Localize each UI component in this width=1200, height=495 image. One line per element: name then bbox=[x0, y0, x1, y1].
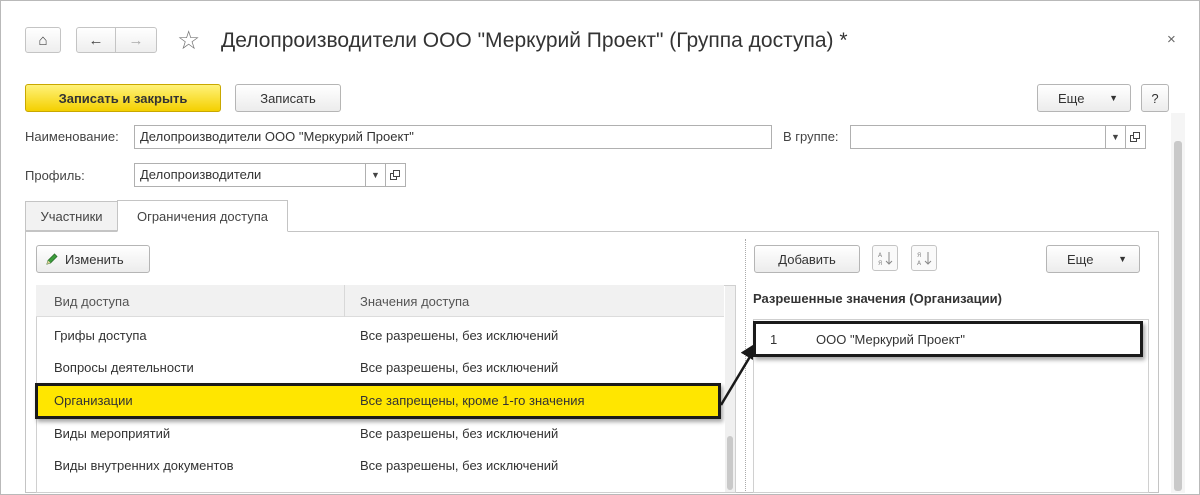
table-row[interactable]: Виды внутренних документов Все разрешены… bbox=[36, 450, 724, 482]
scrollbar-thumb[interactable] bbox=[1174, 141, 1182, 491]
save-and-close-button[interactable]: Записать и закрыть bbox=[25, 84, 221, 112]
svg-text:A: A bbox=[878, 252, 883, 259]
allowed-value-row[interactable]: 1 ООО "Меркурий Проект" bbox=[753, 321, 1143, 357]
access-value-cell: Все разрешены, без исключений bbox=[360, 426, 559, 441]
dropdown-arrow-icon: ▼ bbox=[1109, 93, 1118, 103]
access-value-cell: Все разрешены, без исключений bbox=[360, 458, 559, 473]
sort-ascending-button[interactable]: A Я bbox=[872, 245, 898, 271]
sort-descending-icon: Я A bbox=[917, 252, 932, 266]
close-icon[interactable]: × bbox=[1167, 31, 1176, 48]
name-label: Наименование: bbox=[25, 129, 119, 144]
access-value-cell: Все разрешены, без исключений bbox=[360, 360, 559, 375]
more-label: Еще bbox=[1067, 251, 1094, 267]
group-label: В группе: bbox=[783, 129, 839, 144]
sort-ascending-icon: A Я bbox=[878, 252, 893, 266]
svg-text:Я: Я bbox=[878, 260, 882, 266]
profile-input[interactable]: Делопроизводители bbox=[134, 163, 366, 187]
access-kind-cell: Вопросы деятельности bbox=[54, 360, 194, 375]
open-window-icon bbox=[1130, 131, 1140, 142]
add-button[interactable]: Добавить bbox=[754, 245, 860, 273]
access-kind-cell: Организации bbox=[54, 393, 133, 408]
row-number: 1 bbox=[770, 332, 778, 347]
back-button[interactable]: ← bbox=[76, 27, 116, 53]
open-window-icon bbox=[390, 169, 400, 180]
column-header-access-kind[interactable]: Вид доступа bbox=[54, 294, 129, 309]
table-row[interactable]: Виды мероприятий Все разрешены, без искл… bbox=[36, 418, 724, 450]
dropdown-arrow-icon: ▼ bbox=[371, 170, 380, 180]
form-scrollbar[interactable] bbox=[1171, 113, 1185, 493]
table-row[interactable]: Вопросы деятельности Все разрешены, без … bbox=[36, 352, 724, 384]
home-icon: ⌂ bbox=[38, 31, 48, 49]
sort-descending-button[interactable]: Я A bbox=[911, 245, 937, 271]
allowed-values-heading: Разрешенные значения (Организации) bbox=[753, 291, 1002, 306]
group-dropdown-button[interactable]: ▼ bbox=[1106, 125, 1126, 149]
access-value-cell: Все разрешены, без исключений bbox=[360, 328, 559, 343]
tab-participants[interactable]: Участники bbox=[25, 201, 118, 231]
access-kinds-table-header: Вид доступа Значения доступа bbox=[36, 285, 724, 317]
dropdown-arrow-icon: ▼ bbox=[1111, 132, 1120, 142]
window-title: Делопроизводители ООО "Меркурий Проект" … bbox=[221, 29, 848, 52]
organization-value: ООО "Меркурий Проект" bbox=[816, 332, 965, 347]
tab-access-restrictions[interactable]: Ограничения доступа bbox=[117, 200, 288, 232]
group-input[interactable] bbox=[850, 125, 1106, 149]
name-input[interactable]: Делопроизводители ООО "Меркурий Проект" bbox=[134, 125, 772, 149]
right-more-menu-button[interactable]: Еще ▼ bbox=[1046, 245, 1140, 273]
more-menu-button[interactable]: Еще ▼ bbox=[1037, 84, 1131, 112]
svg-text:A: A bbox=[917, 260, 922, 266]
access-kind-cell: Виды внутренних документов bbox=[54, 458, 234, 473]
pencil-icon bbox=[46, 253, 58, 265]
scrollbar-thumb[interactable] bbox=[727, 436, 733, 490]
edit-button[interactable]: Изменить bbox=[36, 245, 150, 273]
home-button[interactable]: ⌂ bbox=[25, 27, 61, 53]
star-glyph: ☆ bbox=[177, 25, 201, 55]
help-button[interactable]: ? bbox=[1141, 84, 1169, 112]
profile-dropdown-button[interactable]: ▼ bbox=[366, 163, 386, 187]
forward-button[interactable]: → bbox=[115, 27, 157, 53]
column-header-access-values[interactable]: Значения доступа bbox=[360, 294, 469, 309]
edit-label: Изменить bbox=[65, 251, 124, 267]
access-kind-cell: Виды мероприятий bbox=[54, 426, 171, 441]
profile-open-button[interactable] bbox=[386, 163, 406, 187]
table-row-selected[interactable]: Организации Все запрещены, кроме 1-го зн… bbox=[35, 383, 721, 419]
table-row[interactable]: Грифы доступа Все разрешены, без исключе… bbox=[36, 320, 724, 352]
access-kind-cell: Грифы доступа bbox=[54, 328, 147, 343]
svg-text:Я: Я bbox=[917, 252, 921, 259]
favorite-star-icon[interactable]: ☆ bbox=[177, 25, 200, 56]
group-access-window: ⌂ ← → ☆ Делопроизводители ООО "Меркурий … bbox=[0, 0, 1200, 495]
dropdown-arrow-icon: ▼ bbox=[1118, 254, 1127, 264]
group-open-button[interactable] bbox=[1126, 125, 1146, 149]
arrow-right-icon: → bbox=[128, 31, 144, 49]
profile-label: Профиль: bbox=[25, 168, 85, 183]
access-value-cell: Все запрещены, кроме 1-го значения bbox=[360, 393, 585, 408]
save-button[interactable]: Записать bbox=[235, 84, 341, 112]
more-label: Еще bbox=[1058, 90, 1085, 106]
arrow-left-icon: ← bbox=[88, 31, 104, 49]
column-divider bbox=[344, 285, 345, 317]
